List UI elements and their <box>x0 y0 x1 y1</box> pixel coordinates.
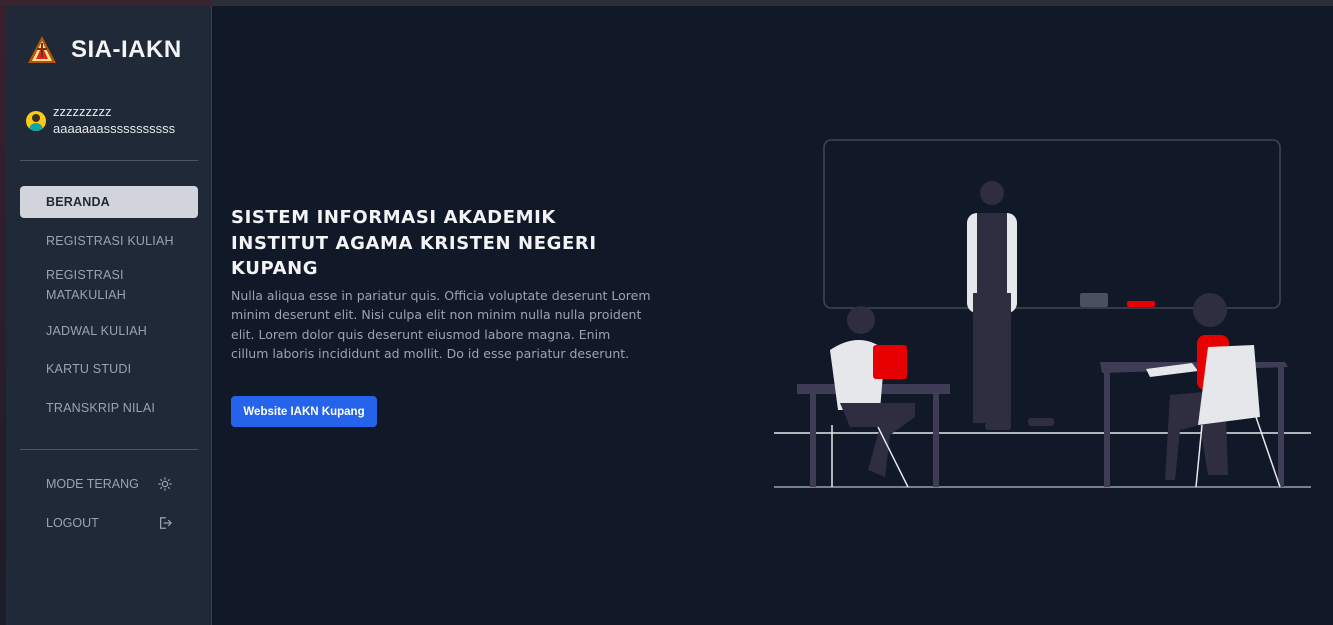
hero-title: SISTEM INFORMASI AKADEMIK INSTITUT AGAMA… <box>231 207 597 279</box>
sidebar-item-label: REGISTRASI KULIAH <box>46 234 174 248</box>
iakn-logo-icon <box>28 36 56 63</box>
sidebar-item-label: BERANDA <box>46 195 110 209</box>
sidebar-item-label: REGISTRASI MATAKULIAH <box>46 268 127 302</box>
logout-button[interactable]: LOGOUT <box>20 513 198 533</box>
brand-name: SIA-IAKN <box>71 36 182 63</box>
classroom-illustration <box>774 139 1311 488</box>
hero-description: Nulla aliqua esse in pariatur quis. Offi… <box>231 288 651 361</box>
sidebar-item-kartu-studi[interactable]: KARTU STUDI <box>20 358 198 380</box>
website-iakn-button[interactable]: Website IAKN Kupang <box>231 396 377 427</box>
sidebar-item-label: TRANSKRIP NILAI <box>46 401 156 415</box>
sidebar-item-label: KARTU STUDI <box>46 362 132 376</box>
sidebar-item-jadwal-kuliah[interactable]: JADWAL KULIAH <box>20 320 198 342</box>
mode-toggle-button[interactable]: MODE TERANG <box>20 474 198 494</box>
sidebar: SIA-IAKN zzzzzzzzz aaaaaaasssssssssss BE… <box>6 6 212 625</box>
sun-icon <box>158 477 172 491</box>
logout-icon <box>160 517 172 529</box>
mode-toggle-label: MODE TERANG <box>46 477 139 491</box>
brand[interactable]: SIA-IAKN <box>26 34 182 66</box>
sidebar-item-beranda[interactable]: BERANDA <box>20 186 198 218</box>
sidebar-divider <box>20 160 198 161</box>
user-subtitle: aaaaaaasssssssssss <box>53 121 176 136</box>
logout-label: LOGOUT <box>46 516 99 530</box>
sidebar-nav: BERANDA REGISTRASI KULIAH REGISTRASI MAT… <box>20 186 198 419</box>
sidebar-bottom-nav: MODE TERANG LOGOUT <box>20 474 198 533</box>
user-avatar-icon <box>26 111 46 131</box>
sidebar-divider <box>20 449 198 450</box>
sidebar-item-registrasi-kuliah[interactable]: REGISTRASI KULIAH <box>20 230 198 252</box>
user-name: zzzzzzzzz <box>53 104 112 119</box>
user-profile: zzzzzzzzz aaaaaaasssssssssss <box>26 103 175 137</box>
sidebar-item-transkrip-nilai[interactable]: TRANSKRIP NILAI <box>20 397 198 419</box>
sidebar-item-label: JADWAL KULIAH <box>46 324 148 338</box>
sidebar-item-registrasi-matakuliah[interactable]: REGISTRASI MATAKULIAH <box>20 264 156 306</box>
